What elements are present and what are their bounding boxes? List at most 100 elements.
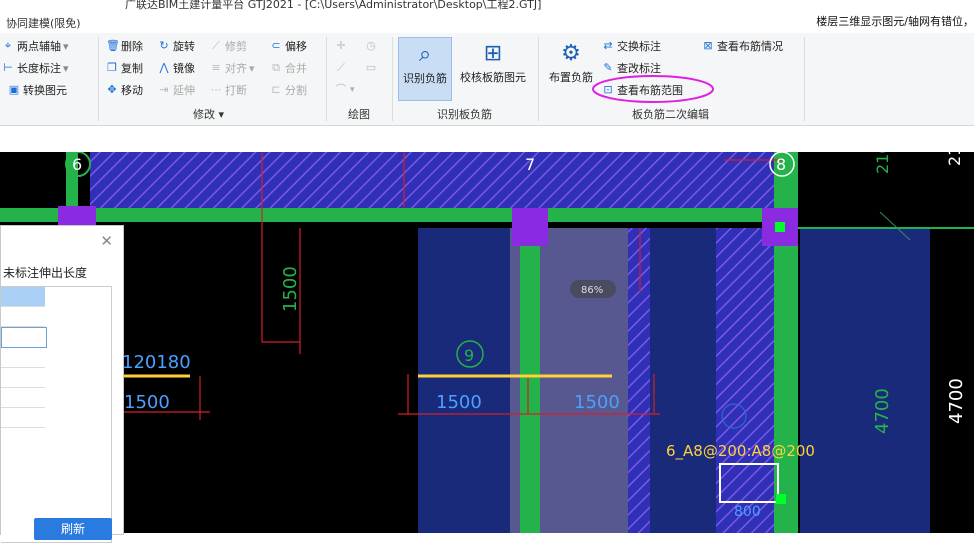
- divider: [98, 37, 99, 121]
- place-rebar-icon: ⚙: [561, 40, 581, 66]
- drawing-svg[interactable]: 6 7 8 9 1500 1500 1500 1500 4700 4700 80…: [0, 152, 974, 533]
- axis-label: 9: [464, 346, 474, 365]
- table-row[interactable]: [1, 368, 45, 388]
- dimension-icon: ⊢: [3, 61, 13, 74]
- status-hint: 楼层三维显示图元/轴网有错位，: [816, 15, 974, 28]
- group-modify[interactable]: 修改 ▾: [193, 106, 224, 122]
- move-button[interactable]: ✥ 移动: [106, 81, 143, 99]
- view-rebar-info-button[interactable]: ⊠ 查看布筋情况: [702, 37, 783, 55]
- table-row[interactable]: [1, 408, 45, 428]
- offset-button[interactable]: ⊂ 偏移: [270, 37, 307, 55]
- mirror-button[interactable]: ⋀ 镜像: [158, 59, 195, 77]
- label: 布置负筋: [549, 71, 593, 84]
- merge-icon: ⧉: [272, 61, 280, 74]
- mirror-icon: ⋀: [159, 61, 169, 74]
- divider: [804, 37, 805, 121]
- dim-text: 21: [945, 152, 964, 166]
- label: 合并: [285, 62, 307, 75]
- grip-point[interactable]: [776, 494, 786, 504]
- arc-icon: ⌒: [335, 83, 347, 96]
- label: 修剪: [225, 40, 247, 53]
- label: 识别负筋: [403, 72, 447, 85]
- point-draw-button[interactable]: ✛: [335, 37, 350, 55]
- identify-rebar-button[interactable]: ⌕ 识别负筋: [398, 37, 452, 101]
- dim-text: 4700: [946, 378, 967, 424]
- delete-button[interactable]: 🗑 删除: [106, 37, 143, 55]
- axis-icon: ⌖: [4, 39, 12, 52]
- hatched-rebar-area: [716, 228, 784, 533]
- extend-icon: ⇥: [159, 83, 169, 96]
- two-point-axis-button[interactable]: ⌖ 两点辅轴 ▾: [2, 37, 69, 55]
- grip-point[interactable]: [775, 222, 785, 232]
- split-icon: ⊏: [271, 83, 281, 96]
- chevron-down-icon: ▾: [350, 85, 355, 95]
- place-rebar-button[interactable]: ⚙ 布置负筋: [546, 37, 596, 99]
- hatched-rebar-area: [628, 228, 650, 533]
- label: 对齐: [225, 62, 247, 75]
- trim-button[interactable]: ⟋ 修剪: [210, 37, 247, 55]
- circle-icon: ◷: [366, 39, 376, 52]
- label: 复制: [121, 62, 143, 75]
- rotate-button[interactable]: ↻ 旋转: [158, 37, 195, 55]
- dim-text: 1500: [124, 392, 170, 413]
- convert-element-button[interactable]: ▣ 转换图元: [8, 81, 67, 99]
- label: 偏移: [285, 40, 307, 53]
- arc-draw-button[interactable]: ⌒ ▾: [335, 81, 355, 99]
- split-button[interactable]: ⊏ 分割: [270, 81, 307, 99]
- table-row[interactable]: [1, 327, 47, 348]
- zoom-text: 86%: [581, 285, 603, 296]
- copy-button[interactable]: ❐ 复制: [106, 59, 143, 77]
- close-icon[interactable]: ✕: [100, 232, 113, 250]
- rebar-dialog: ✕ 未标注伸出长度 刷新: [0, 225, 124, 543]
- table-row[interactable]: [1, 287, 45, 307]
- drawing-canvas[interactable]: 6 7 8 9 1500 1500 1500 1500 4700 4700 80…: [0, 152, 974, 533]
- length-dim-button[interactable]: ⊢ 长度标注 ▾: [2, 59, 68, 77]
- rectangle-icon: ▭: [365, 61, 377, 74]
- group-identify: 识别板负筋: [437, 108, 492, 121]
- value-table: [1, 286, 112, 543]
- highlight-ring: [592, 75, 714, 103]
- label: 长度标注: [17, 62, 61, 75]
- chevron-down-icon: ▾: [218, 108, 225, 121]
- axis-label: 7: [525, 155, 535, 174]
- table-row[interactable]: [1, 388, 45, 408]
- dim-text: 4700: [872, 388, 893, 434]
- trim-icon: ⟋: [212, 39, 220, 52]
- check-rebar-button[interactable]: ⊞ 校核板筋图元: [456, 37, 530, 99]
- convert-icon: ▣: [8, 83, 20, 96]
- rect-draw-button[interactable]: ▭: [365, 59, 380, 77]
- dialog-label: 未标注伸出长度: [3, 266, 88, 280]
- line-draw-button[interactable]: ⟋: [335, 59, 350, 77]
- beam: [520, 214, 540, 533]
- divider: [392, 37, 393, 121]
- circle-draw-button[interactable]: ◷: [365, 37, 380, 55]
- highlight-ellipse: [592, 75, 714, 103]
- menu-collab[interactable]: 协同建模(限免): [6, 15, 81, 31]
- merge-button[interactable]: ⧉ 合并: [270, 59, 307, 77]
- view-info-icon: ⊠: [703, 39, 713, 52]
- refresh-button[interactable]: 刷新: [34, 518, 112, 540]
- line-icon: ⟋: [337, 61, 345, 74]
- menu-bar: 协同建模(限免) 楼层三维显示图元/轴网有错位，: [0, 13, 974, 33]
- move-icon: ✥: [107, 83, 117, 96]
- beam: [0, 208, 798, 222]
- break-button[interactable]: ⋯ 打断: [210, 81, 248, 99]
- label: 旋转: [173, 40, 195, 53]
- rebar-label: 120180: [122, 352, 191, 373]
- align-button[interactable]: ≡ 对齐 ▾: [210, 59, 254, 77]
- label: 打断: [225, 84, 247, 97]
- title-bar: 广联达BIM土建计量平台 GTJ2021 - [C:\Users\Adminis…: [0, 0, 974, 13]
- swap-label-button[interactable]: ⇄ 交换标注: [602, 37, 661, 55]
- dim-text: 800: [734, 504, 761, 520]
- label: 两点辅轴: [17, 40, 61, 53]
- axis-label: 8: [776, 155, 786, 174]
- label: 校核板筋图元: [460, 71, 526, 84]
- extend-button[interactable]: ⇥ 延伸: [158, 81, 195, 99]
- table-row[interactable]: [1, 307, 45, 327]
- label: 镜像: [173, 62, 195, 75]
- chevron-down-icon: ▾: [63, 39, 69, 53]
- rebar-label: 6_A8@200:A8@200: [666, 442, 815, 461]
- dim-text: 210: [873, 152, 892, 174]
- table-row[interactable]: [1, 348, 45, 368]
- offset-icon: ⊂: [271, 39, 281, 52]
